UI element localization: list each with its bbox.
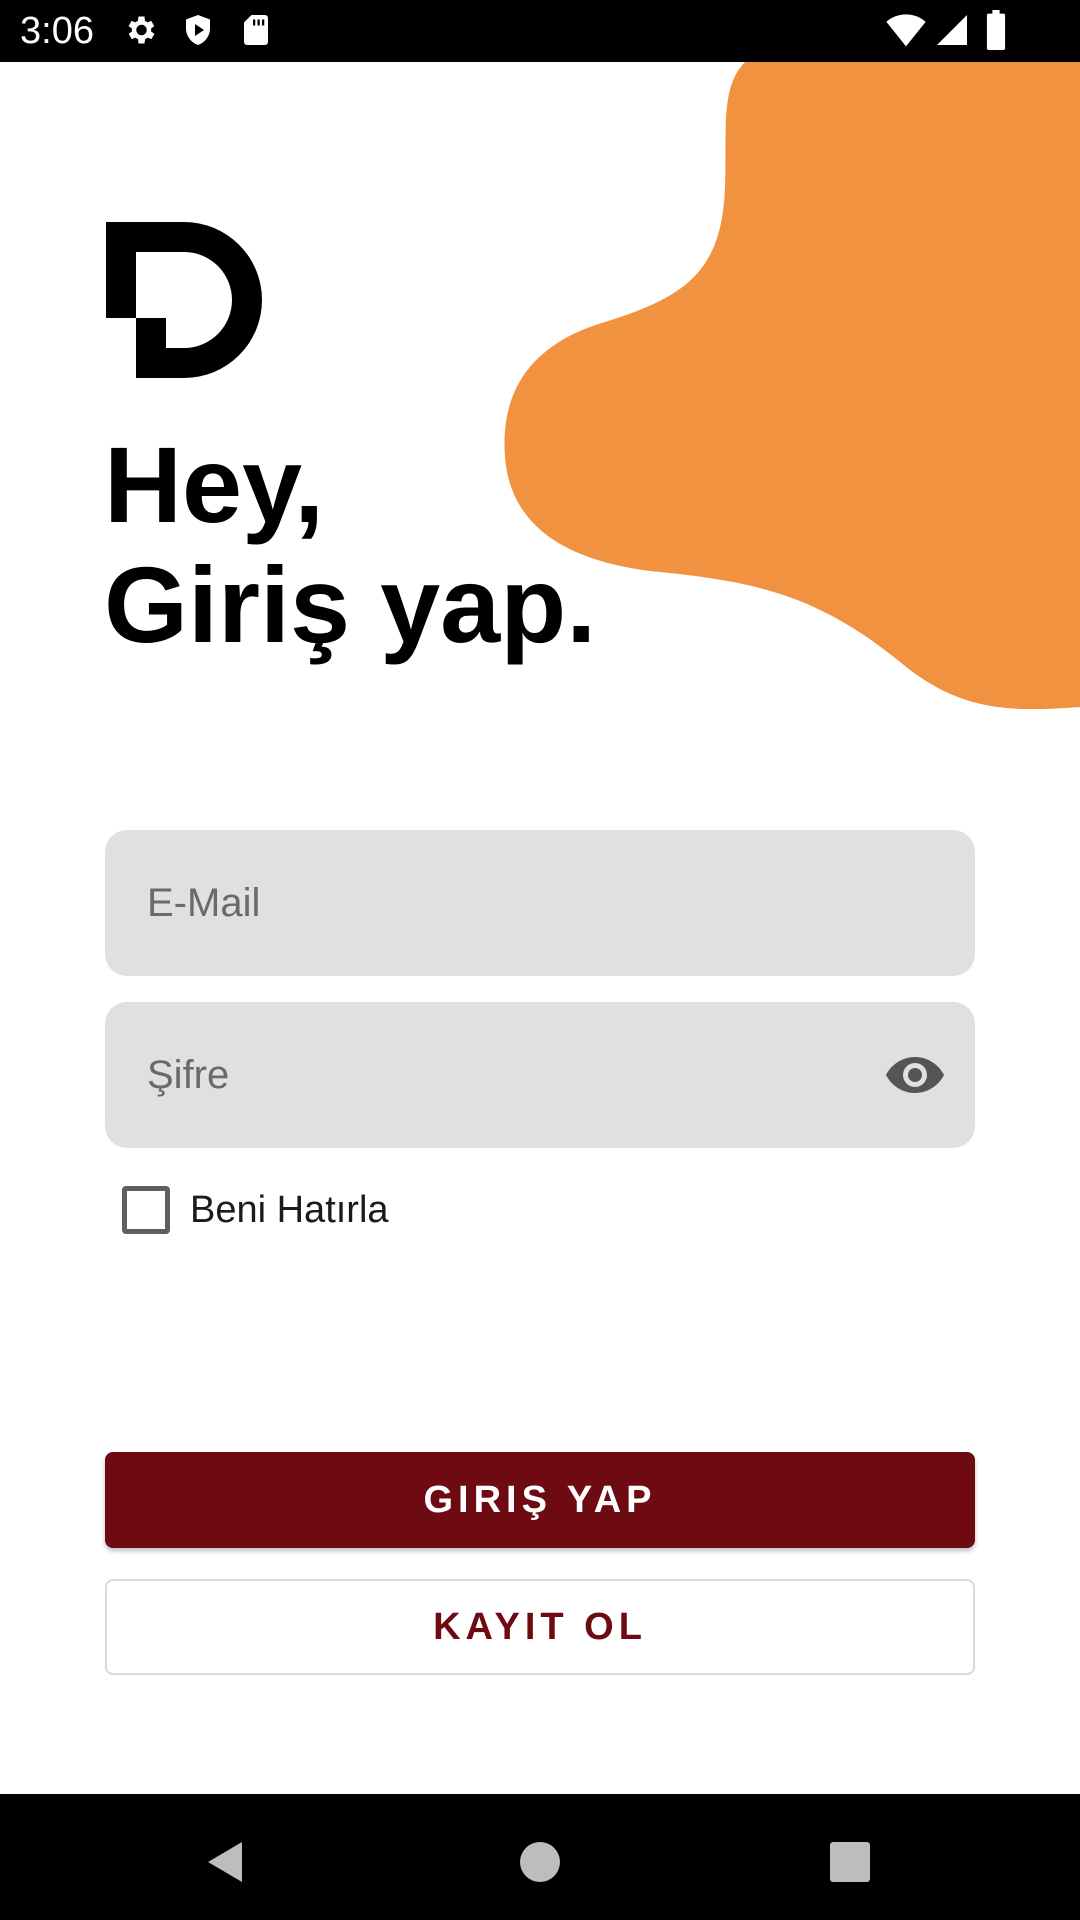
battery-icon: [984, 10, 1008, 50]
remember-me-checkbox-row[interactable]: Beni Hatırla: [122, 1185, 389, 1235]
heading-line-2: Giriş yap.: [104, 544, 597, 665]
back-button[interactable]: [196, 1832, 256, 1892]
wifi-icon: [886, 12, 926, 48]
gear-icon: [122, 12, 158, 48]
recents-button[interactable]: [820, 1832, 880, 1892]
password-visibility-toggle[interactable]: [885, 1047, 945, 1103]
login-button[interactable]: GIRIŞ YAP: [105, 1452, 975, 1548]
email-field[interactable]: [105, 830, 975, 976]
remember-me-checkbox[interactable]: [122, 1186, 170, 1234]
back-triangle-icon: [208, 1842, 242, 1882]
sd-card-icon: [238, 12, 274, 48]
status-time: 3:06: [20, 10, 94, 52]
email-field-container: [105, 830, 975, 976]
home-circle-icon: [520, 1842, 560, 1882]
system-nav-bar: [0, 1794, 1080, 1920]
recents-square-icon: [830, 1842, 870, 1882]
password-field[interactable]: [105, 1002, 975, 1148]
status-bar: 3:06: [0, 0, 1080, 62]
home-button[interactable]: [510, 1832, 570, 1892]
login-screen: 3:06 Hey, Giriş yap. E-Mail Beni Hatırla…: [0, 0, 1080, 1920]
shield-play-icon: [180, 12, 216, 48]
password-field-container: [105, 1002, 975, 1148]
register-button[interactable]: KAYIT OL: [105, 1579, 975, 1675]
eye-icon: [886, 1057, 944, 1093]
remember-me-label: Beni Hatırla: [190, 1188, 389, 1231]
cell-signal-icon: [934, 12, 970, 48]
d-logo-icon: [106, 222, 262, 378]
heading-line-1: Hey,: [104, 424, 325, 545]
page-title: Hey, Giriş yap.: [104, 425, 596, 665]
